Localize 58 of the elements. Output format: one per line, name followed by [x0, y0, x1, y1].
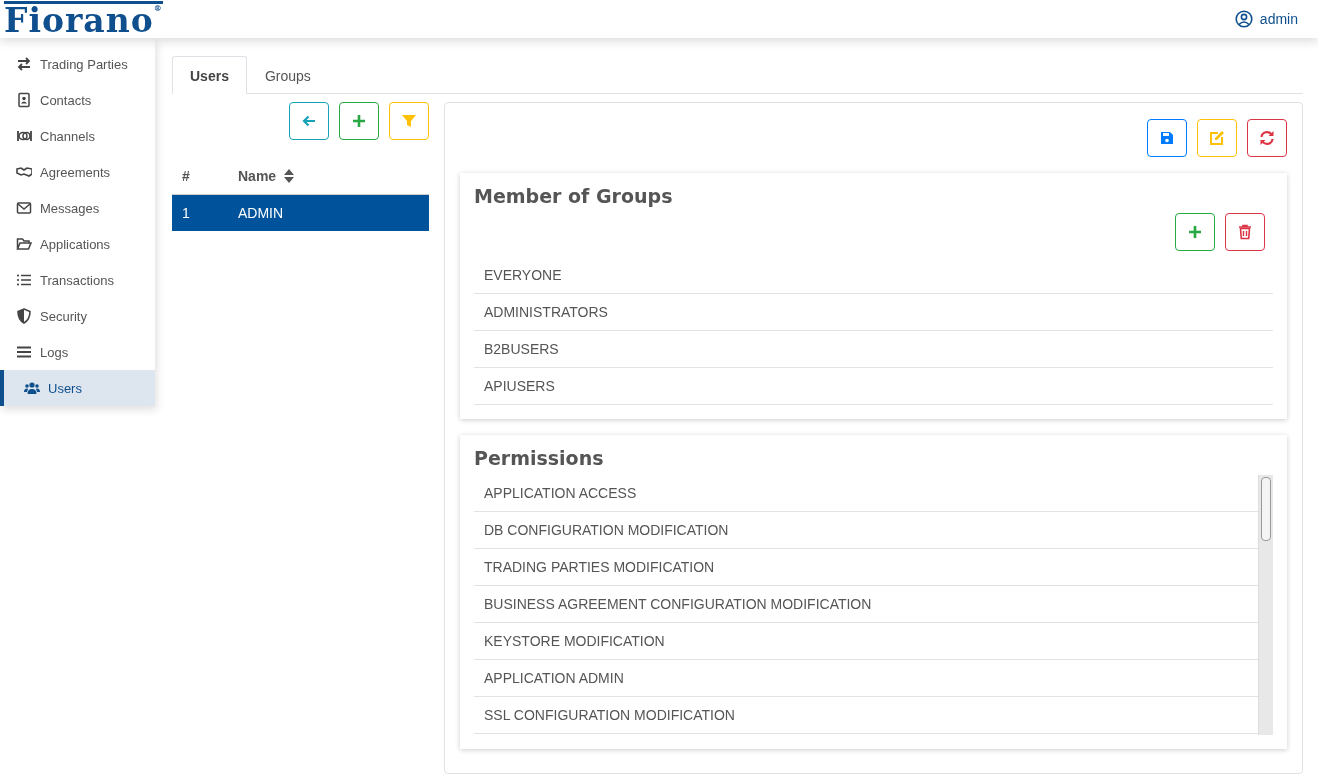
plus-icon [1187, 224, 1203, 240]
arrows-icon [16, 56, 32, 72]
plus-icon [351, 113, 367, 129]
save-icon [1159, 130, 1175, 146]
delete-icon [1237, 224, 1253, 240]
list-icon [16, 272, 32, 288]
channel-icon [16, 128, 32, 144]
group-item[interactable]: ADMINISTRATORS [474, 294, 1273, 331]
sidebar-item[interactable]: Applications [0, 226, 155, 262]
sort-icon [284, 169, 295, 183]
folder-icon [16, 236, 32, 252]
refresh-button[interactable] [1247, 119, 1287, 157]
back-button[interactable] [289, 102, 329, 140]
save-button[interactable] [1147, 119, 1187, 157]
add-button[interactable] [339, 102, 379, 140]
delete-button[interactable] [1225, 213, 1265, 251]
permission-item[interactable]: APPLICATION ADMIN [474, 660, 1258, 697]
permission-item[interactable]: BUSINESS AGREEMENT CONFIGURATION MODIFICATION [474, 586, 1258, 623]
permission-item[interactable]: DB CONFIGURATION MODIFICATION [474, 512, 1258, 549]
tab[interactable]: Groups [246, 56, 329, 94]
edit-button[interactable] [1197, 119, 1237, 157]
sidebar-item[interactable]: Security [0, 298, 155, 334]
envelope-icon [16, 200, 32, 216]
pencil-square-icon [1209, 130, 1225, 146]
permission-item[interactable]: APPLICATION ACCESS [474, 475, 1258, 512]
filter-icon [401, 113, 417, 129]
arrow-left-icon [301, 113, 317, 129]
user-name[interactable]: admin [1259, 11, 1298, 27]
sidebar-item[interactable]: Transactions [0, 262, 155, 298]
sidebar-item[interactable]: Users [0, 370, 155, 406]
sidebar-item[interactable]: Agreements [0, 154, 155, 190]
group-item[interactable]: B2BUSERS [474, 331, 1273, 368]
group-item[interactable]: APIUSERS [474, 368, 1273, 405]
contact-card-icon [16, 92, 32, 108]
sidebar-item[interactable]: Trading Parties [0, 46, 155, 82]
filter-button[interactable] [389, 102, 429, 140]
tab[interactable]: Users [172, 56, 247, 94]
shield-icon [16, 308, 32, 324]
permission-item[interactable]: KEYSTORE MODIFICATION [474, 623, 1258, 660]
user-icon[interactable] [1234, 10, 1253, 28]
card-title: Member of Groups [474, 185, 674, 207]
add-button[interactable] [1175, 213, 1215, 251]
column-header: # [172, 158, 228, 195]
scrollbar[interactable] [1258, 475, 1273, 735]
card-title: Permissions [474, 447, 605, 469]
sidebar-item[interactable]: Messages [0, 190, 155, 226]
column-header[interactable]: Name [228, 158, 429, 195]
table-cell[interactable]: 1 [172, 194, 228, 231]
table-cell[interactable]: ADMIN [228, 194, 429, 231]
group-item[interactable]: EVERYONE [474, 257, 1273, 294]
sidebar-item[interactable]: Contacts [0, 82, 155, 118]
users-icon [24, 380, 40, 396]
sidebar-item[interactable]: Logs [0, 334, 155, 370]
refresh-icon [1259, 130, 1275, 146]
permission-item[interactable]: TRADING PARTIES MODIFICATION [474, 549, 1258, 586]
permission-item[interactable]: SSL CONFIGURATION MODIFICATION [474, 697, 1258, 734]
sidebar-item[interactable]: Channels [0, 118, 155, 154]
menu-icon [16, 344, 32, 360]
